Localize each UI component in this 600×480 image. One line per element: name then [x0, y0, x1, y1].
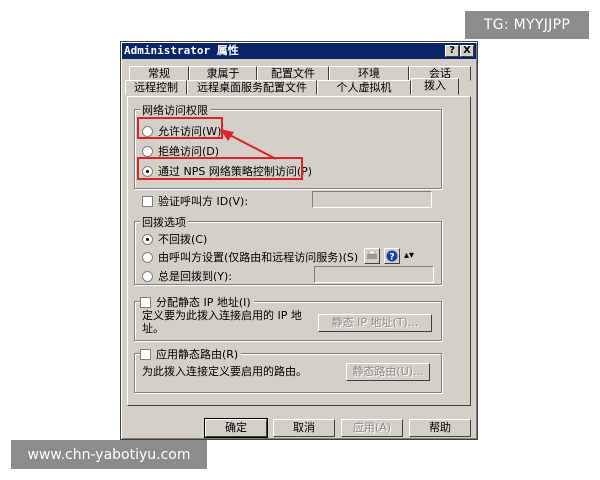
- watermark-top: TG: MYYJJPP: [465, 11, 589, 39]
- title-bar: Administrator 属性 ? X: [122, 43, 476, 59]
- help-title-button[interactable]: ?: [445, 45, 459, 57]
- caller-callback-label: 由呼叫方设置(仅路由和远程访问服务)(S): [158, 251, 359, 264]
- static-ip-button[interactable]: 静态 IP 地址(T)...: [318, 314, 432, 332]
- static-ip-label: 分配静态 IP 地址(I): [156, 296, 251, 309]
- callback-number-field[interactable]: [314, 266, 434, 283]
- printer-icon[interactable]: [364, 248, 380, 264]
- static-routes-description: 为此拨入连接定义要启用的路由。: [142, 365, 307, 378]
- svg-text:?: ?: [389, 253, 394, 263]
- tab-environment[interactable]: 环境: [329, 66, 409, 81]
- static-routes-button[interactable]: 静态路由(U)...: [346, 363, 430, 381]
- static-routes-label: 应用静态路由(R): [156, 348, 239, 361]
- verify-caller-id-label: 验证呼叫方 ID(V):: [158, 195, 249, 208]
- tab-profile[interactable]: 配置文件: [257, 66, 329, 81]
- apply-button[interactable]: 应用(A): [341, 419, 403, 437]
- always-callback-option[interactable]: 总是回拨到(Y):: [142, 268, 232, 284]
- tab-general[interactable]: 常规: [129, 66, 189, 81]
- annotation-arrow: [220, 129, 277, 160]
- tab-rds-profile[interactable]: 远程桌面服务配置文件: [187, 80, 317, 95]
- always-callback-label: 总是回拨到(Y):: [158, 270, 233, 283]
- verify-caller-id-option[interactable]: 验证呼叫方 ID(V):: [142, 193, 248, 209]
- tab-member-of[interactable]: 隶属于: [189, 66, 257, 81]
- scroll-arrows-icon[interactable]: ▴▾: [404, 249, 414, 262]
- window-title: Administrator 属性: [124, 44, 239, 57]
- caller-callback-radio[interactable]: [142, 251, 153, 263]
- cancel-button[interactable]: 取消: [273, 419, 335, 437]
- static-ip-checkbox[interactable]: [140, 296, 151, 308]
- tab-remote-control[interactable]: 远程控制: [125, 80, 187, 95]
- tab-dial-in[interactable]: 拨入: [411, 78, 459, 95]
- verify-caller-id-checkbox[interactable]: [142, 195, 153, 207]
- help-icon[interactable]: ?: [384, 248, 400, 264]
- always-callback-radio[interactable]: [142, 270, 153, 282]
- caller-id-field[interactable]: [312, 191, 432, 208]
- static-ip-description: 定义要为此拨入连接启用的 IP 地址。: [142, 309, 302, 335]
- no-callback-label: 不回拨(C): [158, 233, 208, 246]
- watermark-bottom: www.chn-yabotiyu.com: [11, 440, 207, 469]
- caller-callback-option[interactable]: 由呼叫方设置(仅路由和远程访问服务)(S): [142, 249, 358, 265]
- tab-panel-dial-in: 网络访问权限 允许访问(W) 拒绝访问(D) 通过 NPS 网络策略控制访问(P…: [127, 96, 471, 406]
- no-callback-option[interactable]: 不回拨(C): [142, 231, 207, 247]
- no-callback-radio[interactable]: [142, 233, 153, 245]
- static-routes-option[interactable]: 应用静态路由(R): [140, 346, 242, 362]
- properties-dialog: Administrator 属性 ? X 常规 隶属于 配置文件 环境 会话 远…: [120, 41, 478, 440]
- deny-access-radio[interactable]: [142, 145, 153, 157]
- close-title-button[interactable]: X: [460, 45, 474, 57]
- static-routes-checkbox[interactable]: [140, 348, 151, 360]
- ok-button[interactable]: 确定: [204, 418, 268, 438]
- tab-personal-vm[interactable]: 个人虚拟机: [317, 80, 411, 95]
- callback-legend: 回拨选项: [140, 214, 188, 230]
- help-button[interactable]: 帮助: [409, 419, 471, 437]
- static-ip-option[interactable]: 分配静态 IP 地址(I): [140, 294, 254, 310]
